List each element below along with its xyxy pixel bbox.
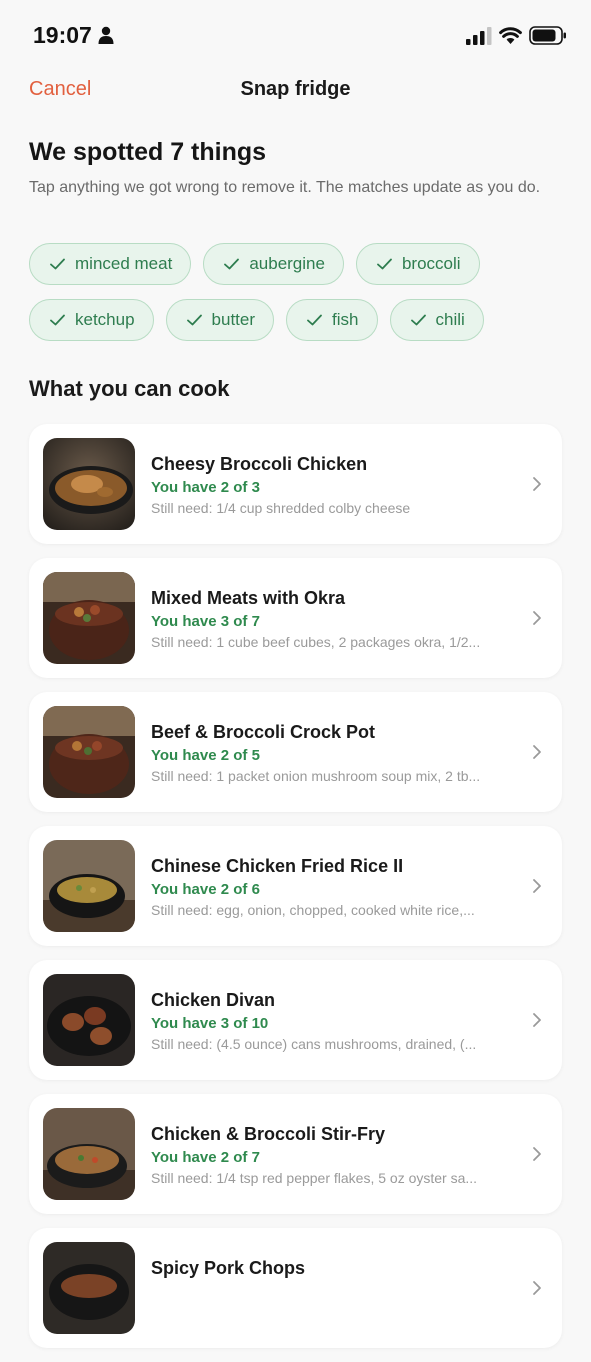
nav-bar: Snap fridge Cancel [0, 70, 591, 114]
recipe-thumbnail [43, 1108, 135, 1200]
detected-heading: We spotted 7 things [29, 138, 267, 166]
recipe-title: Beef & Broccoli Crock Pot [151, 722, 376, 742]
recipe-title: Chicken Divan [151, 990, 276, 1010]
chevron-right-icon [533, 1013, 541, 1027]
cellular-signal-icon [466, 27, 492, 45]
check-icon [50, 258, 65, 270]
ingredient-chip-label: aubergine [249, 254, 325, 273]
recipe-card[interactable]: Cheesy Broccoli Chicken You have 2 of 3 … [29, 424, 562, 544]
recipe-have-count: You have 2 of 7 [151, 1149, 260, 1166]
recipe-card[interactable]: Spicy Pork Chops [29, 1228, 562, 1348]
recipe-thumbnail [43, 572, 135, 664]
ingredient-chip-label: fish [332, 310, 359, 329]
battery-icon [529, 26, 566, 45]
recipe-missing-ingredients: Still need: 1 packet onion mushroom soup… [151, 768, 481, 784]
recipe-card[interactable]: Chinese Chicken Fried Rice II You have 2… [29, 826, 562, 946]
ingredient-chip[interactable]: chili [389, 299, 484, 341]
recipe-thumbnail [43, 438, 135, 530]
check-icon [377, 258, 392, 270]
status-bar: 19:07 [0, 0, 591, 70]
recipe-title: Mixed Meats with Okra [151, 588, 346, 608]
recipe-missing-ingredients: Still need: 1/4 cup shredded colby chees… [151, 500, 411, 516]
recipe-have-count: You have 2 of 3 [151, 479, 260, 496]
recipe-thumbnail [43, 840, 135, 932]
section-title: What you can cook [29, 376, 230, 401]
ingredient-chip[interactable]: butter [165, 299, 275, 341]
check-icon [186, 314, 202, 326]
check-icon [410, 314, 426, 326]
ingredient-chip[interactable]: broccoli [355, 243, 480, 285]
recipe-have-count: You have 3 of 10 [151, 1015, 269, 1032]
ingredient-chip[interactable]: fish [286, 299, 378, 341]
recipe-list: Cheesy Broccoli Chicken You have 2 of 3 … [29, 424, 562, 1362]
check-icon [224, 258, 240, 270]
chevron-right-icon [533, 879, 541, 893]
recipe-missing-ingredients: Still need: (4.5 ounce) cans mushrooms, … [151, 1036, 477, 1052]
chevron-right-icon [533, 477, 541, 491]
ingredient-chip-label: chili [435, 310, 465, 329]
recipe-card[interactable]: Chicken & Broccoli Stir-Fry You have 2 o… [29, 1094, 562, 1214]
ingredient-chips: minced meat aubergine broccoli ketchup b… [29, 243, 569, 355]
recipe-title: Spicy Pork Chops [151, 1258, 306, 1278]
recipe-thumbnail [43, 974, 135, 1066]
chevron-right-icon [533, 1147, 541, 1161]
ingredient-chip[interactable]: aubergine [203, 243, 344, 285]
check-icon [50, 314, 65, 326]
recipe-have-count: You have 3 of 7 [151, 613, 260, 630]
recipe-missing-ingredients: Still need: 1 cube beef cubes, 2 package… [151, 634, 481, 650]
ingredient-chip[interactable]: minced meat [29, 243, 192, 285]
ingredient-chip-label: minced meat [75, 254, 173, 273]
recipe-title: Cheesy Broccoli Chicken [151, 454, 368, 474]
instructions-text: Tap anything we got wrong to remove it. … [29, 179, 541, 196]
ingredient-chip-label: broccoli [401, 254, 461, 273]
ingredient-chip[interactable]: ketchup [29, 299, 154, 341]
ingredient-chip-label: butter [211, 310, 256, 329]
recipe-card[interactable]: Beef & Broccoli Crock Pot You have 2 of … [29, 692, 562, 812]
recipe-thumbnail [43, 706, 135, 798]
person-icon [98, 26, 114, 44]
recipe-have-count: You have 2 of 6 [151, 881, 260, 898]
recipe-missing-ingredients: Still need: 1/4 tsp red pepper flakes, 5… [151, 1170, 478, 1186]
chevron-right-icon [533, 1281, 541, 1295]
check-icon [307, 314, 322, 326]
recipe-thumbnail [43, 1242, 135, 1334]
recipe-card[interactable]: Chicken Divan You have 3 of 10 Still nee… [29, 960, 562, 1080]
chevron-right-icon [533, 745, 541, 759]
recipe-have-count: You have 2 of 5 [151, 747, 260, 764]
recipe-title: Chicken & Broccoli Stir-Fry [151, 1124, 386, 1144]
cancel-button[interactable]: Cancel [29, 78, 91, 101]
chevron-right-icon [533, 611, 541, 625]
recipe-card[interactable]: Mixed Meats with Okra You have 3 of 7 St… [29, 558, 562, 678]
recipe-missing-ingredients: Still need: egg, onion, chopped, cooked … [151, 902, 475, 918]
ingredient-chip-label: ketchup [75, 310, 135, 329]
recipe-title: Chinese Chicken Fried Rice II [151, 856, 404, 876]
wifi-icon [499, 27, 522, 44]
status-time: 19:07 [33, 22, 92, 48]
